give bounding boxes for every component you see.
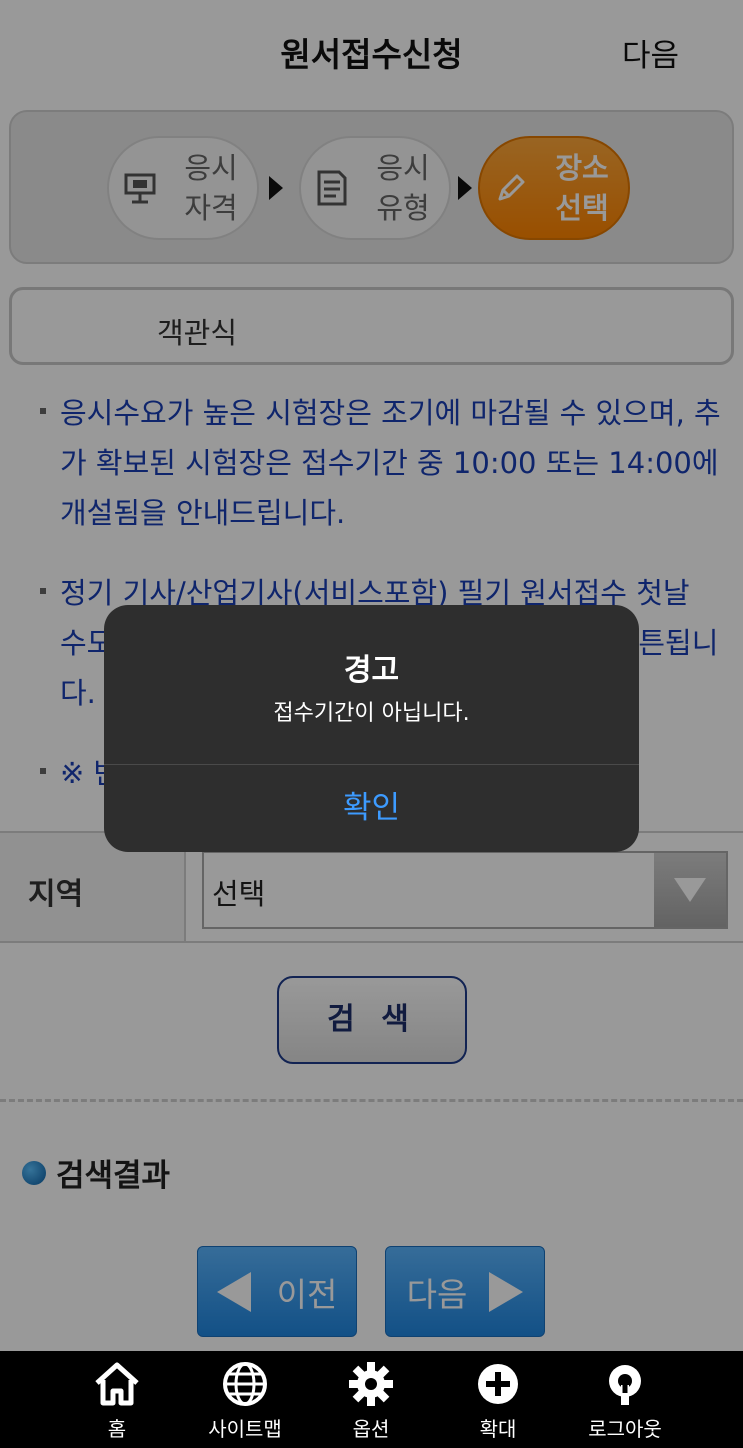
tab-logout[interactable]: 로그아웃 [560, 1351, 690, 1448]
tab-label: 로그아웃 [588, 1417, 662, 1441]
home-icon [92, 1359, 142, 1409]
gear-icon [346, 1359, 396, 1409]
tab-label: 옵션 [352, 1417, 390, 1441]
alert-ok-button[interactable]: 확인 [104, 765, 639, 852]
alert-title: 경고 [343, 653, 400, 688]
globe-icon [220, 1359, 270, 1409]
tab-home[interactable]: 홈 [52, 1351, 182, 1448]
tab-sitemap[interactable]: 사이트맵 [180, 1351, 310, 1448]
alert-message: 접수기간이 아닙니다. [273, 701, 470, 726]
logout-icon [600, 1359, 650, 1409]
tab-label: 사이트맵 [208, 1417, 282, 1441]
plus-circle-icon [473, 1359, 523, 1409]
tab-label: 홈 [107, 1417, 127, 1441]
tab-label: 확대 [479, 1417, 517, 1441]
alert-dialog: 경고 접수기간이 아닙니다. 확인 [104, 605, 639, 852]
tab-zoom[interactable]: 확대 [433, 1351, 563, 1448]
bottom-tab-bar: 홈 사이트맵 옵션 확대 로그아웃 [0, 1351, 743, 1448]
tab-options[interactable]: 옵션 [306, 1351, 436, 1448]
page: 원서접수신청 다음 응시 자격 응시 유형 장소 선택 객관식 응시수요가 높은… [0, 0, 743, 1448]
